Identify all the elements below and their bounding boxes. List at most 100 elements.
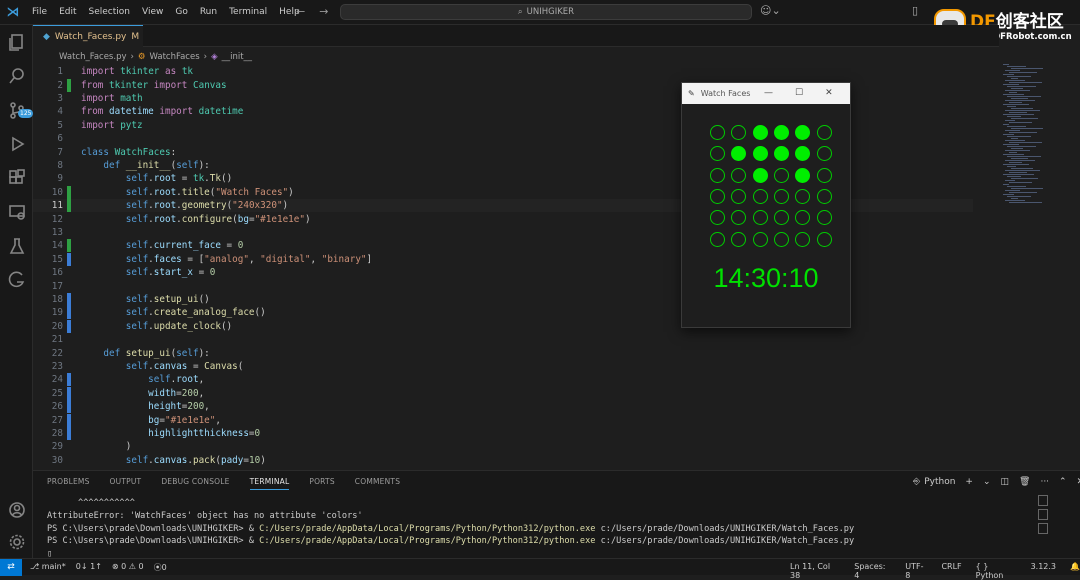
code-line[interactable]: 1 import tkinter as tk [33, 65, 973, 78]
remote-indicator-icon[interactable]: ⇄ [0, 558, 22, 576]
minimap[interactable] [999, 64, 1059, 214]
breadcrumb-class[interactable]: WatchFaces [150, 52, 200, 62]
trash-icon[interactable]: 🗑 [1019, 477, 1030, 487]
panel-tab-output[interactable]: OUTPUT [110, 477, 142, 490]
source-control-icon[interactable]: 125 [6, 99, 34, 120]
gutter-diff-marker [67, 199, 71, 213]
branch-status[interactable]: ⎇ main* [30, 562, 66, 573]
gitlens-icon[interactable] [6, 269, 27, 290]
encoding[interactable]: UTF-8 [905, 562, 927, 580]
chevron-down-icon[interactable]: ⌄ [983, 477, 991, 487]
python-file-icon: ◆ [43, 31, 50, 42]
explorer-icon[interactable] [6, 31, 27, 52]
minimap-line [1005, 150, 1030, 151]
panel-tab-terminal[interactable]: TERMINAL [249, 477, 290, 490]
breadcrumb-method[interactable]: __init__ [222, 52, 252, 62]
code-text: import pytz [81, 119, 143, 131]
language-mode[interactable]: { } Python [976, 562, 1017, 580]
minimap-line [1005, 70, 1020, 71]
code-line[interactable]: 24 self.root, [33, 373, 973, 387]
minimap-line [1009, 132, 1037, 133]
binary-led [752, 125, 768, 140]
terminal-command-line: PS C:\Users\prade\Downloads\UNIHGIKER> &… [47, 536, 855, 547]
code-line[interactable]: 29 ) [33, 440, 973, 453]
menu-item-selection[interactable]: Selection [83, 7, 136, 17]
menu-item-go[interactable]: Go [169, 7, 193, 17]
activity-bar: 125 [0, 25, 34, 558]
line-number: 6 [57, 133, 63, 145]
minimap-line [1007, 186, 1026, 187]
line-number: 25 [51, 387, 63, 399]
menu-item-terminal[interactable]: Terminal [223, 7, 273, 17]
indentation[interactable]: Spaces: 4 [854, 562, 891, 580]
code-line[interactable]: 28 highlightthickness=0 [33, 426, 973, 440]
terminal-list[interactable] [1038, 495, 1052, 555]
close-panel-icon[interactable]: ✕ [1077, 477, 1080, 487]
code-text: self.current_face = 0 [125, 240, 244, 252]
tk-watch-faces-window: ✎ Watch Faces — ☐ ✕ 14:30:10 [681, 82, 851, 328]
maximize-panel-icon[interactable]: ⌃ [1059, 477, 1067, 487]
panel-tabs: PROBLEMS OUTPUT DEBUG CONSOLE TERMINAL PORTS… [47, 477, 400, 490]
notifications-icon[interactable]: 🔔 [1070, 562, 1080, 580]
minimap-line [1003, 164, 1029, 165]
minimap-line [1003, 114, 1034, 115]
testing-icon[interactable] [6, 235, 27, 256]
code-line[interactable]: 27 bg="#1e1e1e", [33, 413, 973, 427]
minimap-line [1009, 202, 1042, 203]
gutter-diff-marker [67, 360, 71, 373]
search-icon[interactable] [6, 65, 27, 86]
problems-status[interactable]: ⊗ 0 ⚠ 0 [112, 562, 144, 573]
sync-status[interactable]: 0↓ 1↑ [76, 562, 102, 573]
forward-arrow-icon[interactable]: → [319, 5, 328, 18]
minimize-icon[interactable]: — [764, 88, 773, 98]
line-number: 7 [57, 146, 63, 158]
gutter-diff-marker [67, 105, 71, 118]
code-line[interactable]: 22 def setup_ui(self): [33, 346, 973, 359]
panel-tab-debug-console[interactable]: DEBUG CONSOLE [161, 477, 229, 490]
run-debug-icon[interactable] [6, 133, 27, 154]
eol[interactable]: CRLF [941, 562, 961, 580]
extensions-icon[interactable] [6, 167, 27, 188]
remote-explorer-icon[interactable] [6, 201, 27, 222]
tab-watch-faces[interactable]: ◆ Watch_Faces.py M [33, 25, 143, 47]
maximize-icon[interactable]: ☐ [795, 88, 803, 98]
code-line[interactable]: 23 self.canvas = Canvas( [33, 360, 973, 373]
code-line[interactable]: 25 width=200, [33, 386, 973, 400]
code-line[interactable]: 26 height=200, [33, 400, 973, 414]
code-editor[interactable]: 1 import tkinter as tk 2 from tkinter impor… [33, 64, 999, 470]
binary-led [752, 188, 768, 204]
more-actions-icon[interactable]: ··· [1040, 477, 1049, 487]
code-text: self.start_x = 0 [125, 267, 216, 279]
menu-item-file[interactable]: File [26, 7, 53, 17]
cursor-position[interactable]: Ln 11, Col 38 [790, 562, 840, 580]
toggle-sidebar-icon[interactable]: ▯ [912, 4, 918, 17]
close-icon[interactable]: ✕ [825, 88, 833, 98]
new-terminal-icon[interactable]: + [965, 477, 973, 487]
gutter-diff-marker [67, 266, 71, 279]
copilot-icon[interactable]: ☺⌄ [760, 4, 781, 17]
python-version[interactable]: 3.12.3 [1031, 562, 1056, 580]
back-arrow-icon[interactable]: ← [296, 5, 305, 18]
menu-item-edit[interactable]: Edit [53, 7, 82, 17]
terminal-shell-label[interactable]: Python [924, 477, 955, 487]
gutter-diff-marker [67, 159, 71, 172]
panel-tab-problems[interactable]: PROBLEMS [47, 477, 90, 490]
minimap-line [1003, 104, 1029, 105]
menu-item-run[interactable]: Run [194, 7, 223, 17]
binary-led [795, 188, 811, 204]
code-line[interactable]: 21 [33, 333, 973, 346]
panel-tab-comments[interactable]: COMMENTS [355, 477, 400, 490]
menu-item-view[interactable]: View [136, 7, 169, 17]
code-line[interactable]: 30 self.canvas.pack(pady=10) [33, 454, 973, 467]
line-number: 26 [51, 401, 63, 413]
command-center-search[interactable]: ⌕ UNIHGIKER [340, 4, 752, 20]
ports-status[interactable]: ⦿0 [154, 562, 167, 573]
breadcrumb-file[interactable]: Watch_Faces.py [59, 52, 127, 62]
binary-led [773, 146, 789, 162]
editor-scrollbar[interactable] [1062, 50, 1074, 470]
account-icon[interactable] [6, 499, 27, 520]
panel-tab-ports[interactable]: PORTS [309, 477, 334, 490]
split-terminal-icon[interactable]: ◫ [1001, 477, 1010, 487]
terminal-output[interactable]: ^^^^^^^^^^^ AttributeError: 'WatchFaces' … [47, 497, 854, 561]
settings-gear-icon[interactable] [6, 531, 27, 552]
